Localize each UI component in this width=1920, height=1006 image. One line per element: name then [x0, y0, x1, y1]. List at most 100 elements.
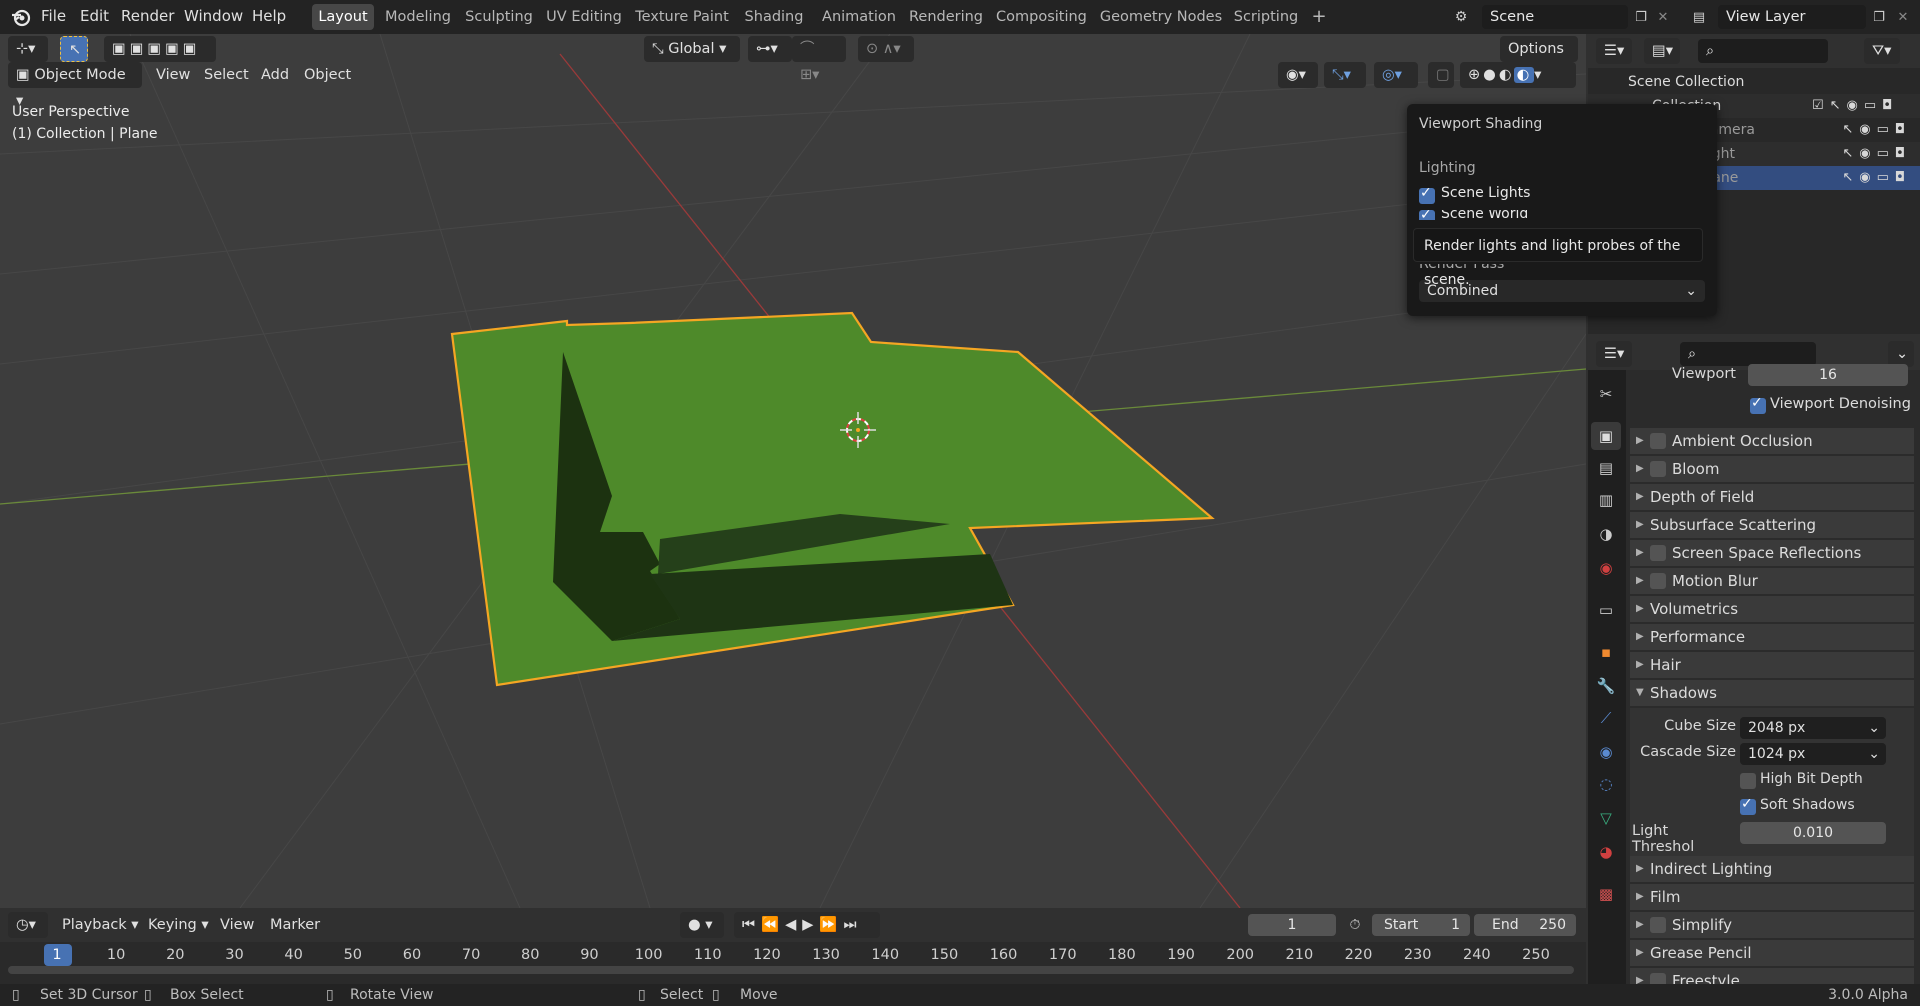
playback-controls[interactable]: ⏮⏪◀▶⏩⏭ — [734, 912, 880, 938]
tab-rendering[interactable]: Rendering — [908, 4, 984, 30]
menu-marker[interactable]: Marker — [270, 912, 320, 938]
simplify-checkbox[interactable] — [1650, 917, 1666, 933]
texture-tab-icon[interactable]: ▩ — [1591, 880, 1621, 908]
options-dropdown[interactable]: Options ▾ — [1500, 36, 1578, 83]
snap-toggle[interactable]: ⌒ ⊞▾ — [792, 36, 846, 83]
selection-mode-buttons[interactable]: ▣▣▣▣▣ — [104, 36, 216, 62]
light-threshold-field[interactable]: 0.010 — [1740, 822, 1886, 844]
scene-field[interactable]: Scene — [1482, 5, 1628, 29]
proportional-editing-toggle[interactable]: ⊙ ∧▾ — [858, 36, 914, 62]
view-layer-tab-icon[interactable]: ▥ — [1591, 486, 1621, 514]
scene-collection-row[interactable]: Scene Collection — [1588, 70, 1920, 94]
tab-uv-editing[interactable]: UV Editing — [542, 4, 626, 30]
scene-lights-checkbox[interactable] — [1419, 185, 1435, 204]
world-tab-icon[interactable]: ◉ — [1591, 554, 1621, 582]
3d-viewport[interactable]: ⊹▾ ↖ ▣▣▣▣▣ ⤡ Global ▾ ⊶▾ ⌒ ⊞▾ ⊙ ∧▾ Optio… — [0, 34, 1586, 908]
tab-texture-paint[interactable]: Texture Paint — [632, 4, 732, 30]
panel-performance[interactable]: ▶ Performance — [1630, 624, 1914, 650]
modifier-tab-icon[interactable]: 🔧 — [1591, 672, 1621, 700]
editor-type-button[interactable]: ⊹▾ — [8, 36, 48, 62]
properties-editor-type-icon[interactable]: ☰▾ — [1596, 341, 1632, 367]
transform-orientation-dropdown[interactable]: ⤡ Global ▾ — [644, 36, 740, 62]
ssr-checkbox[interactable] — [1650, 545, 1666, 561]
view-layer-icon[interactable]: ▤ — [1686, 4, 1712, 30]
output-tab-icon[interactable]: ▤ — [1591, 454, 1621, 482]
panel-shadows[interactable]: ▼ Shadows — [1630, 680, 1914, 706]
tab-geometry-nodes[interactable]: Geometry Nodes — [1098, 4, 1224, 30]
tab-animation[interactable]: Animation — [816, 4, 902, 30]
rendered-shading-icon[interactable]: ◐ — [1514, 67, 1535, 83]
tab-scripting[interactable]: Scripting — [1232, 4, 1300, 30]
delete-scene-icon[interactable]: ✕ — [1650, 4, 1676, 30]
overlays-toggle-icon[interactable]: ◎▾ — [1374, 62, 1418, 88]
tab-compositing[interactable]: Compositing — [996, 4, 1087, 30]
ambient-occlusion-checkbox[interactable] — [1650, 433, 1666, 449]
panel-depth-of-field[interactable]: ▶ Depth of Field — [1630, 484, 1914, 510]
physics-tab-icon[interactable]: ◉ — [1591, 738, 1621, 766]
soft-shadows-checkbox[interactable] — [1740, 796, 1756, 815]
panel-motion-blur[interactable]: ▶ Motion Blur — [1630, 568, 1914, 594]
menu-render[interactable]: Render — [121, 0, 174, 34]
menu-edit[interactable]: Edit — [80, 0, 109, 34]
pivot-point-dropdown[interactable]: ⊶▾ — [748, 36, 792, 62]
menu-keying[interactable]: Keying ▾ — [148, 912, 209, 938]
object-tab-icon[interactable]: ▪ — [1591, 638, 1621, 666]
bloom-checkbox[interactable] — [1650, 461, 1666, 477]
gizmo-toggle-icon[interactable]: ⤡▾ — [1324, 62, 1366, 88]
tool-tab-icon[interactable]: ✂ — [1591, 380, 1621, 408]
timeline-scrollbar[interactable] — [8, 966, 1574, 974]
panel-volumetrics[interactable]: ▶ Volumetrics — [1630, 596, 1914, 622]
xray-toggle-icon[interactable]: ▢ — [1428, 62, 1454, 88]
menu-object[interactable]: Object — [304, 62, 351, 88]
outliner-editor-type-icon[interactable]: ☰▾ — [1596, 38, 1632, 64]
high-bit-depth-checkbox[interactable] — [1740, 773, 1756, 789]
motion-blur-checkbox[interactable] — [1650, 573, 1666, 589]
panel-subsurface-scattering[interactable]: ▶ Subsurface Scattering — [1630, 512, 1914, 538]
cascade-size-dropdown[interactable]: 1024 px ⌄ — [1740, 743, 1886, 765]
panel-hair[interactable]: ▶ Hair — [1630, 652, 1914, 678]
panel-bloom[interactable]: ▶ Bloom — [1630, 456, 1914, 482]
panel-simplify[interactable]: ▶ Simplify — [1630, 912, 1914, 938]
panel-freestyle[interactable]: ▶ Freestyle — [1630, 968, 1914, 984]
scene-world-checkbox[interactable] — [1419, 210, 1435, 220]
menu-playback[interactable]: Playback ▾ — [62, 912, 139, 938]
tab-modeling[interactable]: Modeling — [380, 4, 456, 30]
view-layer-field[interactable]: View Layer — [1718, 5, 1866, 29]
panel-indirect-lighting[interactable]: ▶ Indirect Lighting — [1630, 856, 1914, 882]
panel-screen-space-reflections[interactable]: ▶ Screen Space Reflections — [1630, 540, 1914, 566]
tab-shading[interactable]: Shading — [738, 4, 810, 30]
outliner-search-input[interactable]: ⌕ — [1698, 39, 1828, 63]
menu-add[interactable]: Add — [261, 62, 289, 88]
scene-icon[interactable]: ⚙ — [1448, 4, 1474, 30]
scene-world-row[interactable]: Scene World — [1419, 210, 1699, 220]
panel-ambient-occlusion[interactable]: ▶ Ambient Occlusion — [1630, 428, 1914, 454]
add-workspace-button[interactable]: + — [1306, 4, 1332, 30]
freestyle-checkbox[interactable] — [1650, 973, 1666, 984]
material-tab-icon[interactable]: ◕ — [1591, 838, 1621, 866]
menu-timeline-view[interactable]: View — [220, 912, 254, 938]
start-frame-field[interactable]: Start 1 — [1372, 914, 1470, 936]
new-view-layer-icon[interactable]: ❐ — [1866, 4, 1892, 30]
render-tab-icon[interactable]: ▣ — [1591, 422, 1621, 450]
viewport-samples-field[interactable]: 16 — [1748, 364, 1908, 386]
tab-layout[interactable]: Layout — [312, 4, 374, 30]
scene-tab-icon[interactable]: ◑ — [1591, 520, 1621, 548]
timeline-editor-type-icon[interactable]: ◷▾ — [8, 912, 48, 938]
filter-icon[interactable]: ⛛▾ — [1864, 38, 1900, 64]
cube-size-dropdown[interactable]: 2048 px ⌄ — [1740, 717, 1886, 739]
viewport-denoising-checkbox[interactable] — [1750, 395, 1766, 414]
collection-tab-icon[interactable]: ▭ — [1591, 596, 1621, 624]
menu-window[interactable]: Window — [184, 0, 243, 34]
object-mode-dropdown[interactable]: ▣ Object Mode ▾ — [8, 62, 142, 109]
particles-tab-icon[interactable]: ⟋ — [1591, 704, 1621, 732]
tab-sculpting[interactable]: Sculpting — [462, 4, 536, 30]
blender-logo-icon[interactable] — [10, 6, 32, 28]
panel-grease-pencil[interactable]: ▶ Grease Pencil — [1630, 940, 1914, 966]
menu-file[interactable]: File — [41, 0, 66, 34]
restriction-toggles[interactable]: ☑↖◉▭◘ ↖◉▭◘ ↖◉▭◘ ↖◉▭◘ — [1812, 94, 1912, 194]
data-tab-icon[interactable]: ▽ — [1591, 804, 1621, 832]
menu-view[interactable]: View — [156, 62, 190, 88]
properties-search-input[interactable]: ⌕ — [1680, 342, 1816, 366]
stopwatch-icon[interactable]: ⏱ — [1342, 912, 1368, 938]
constraints-tab-icon[interactable]: ◌ — [1591, 770, 1621, 798]
